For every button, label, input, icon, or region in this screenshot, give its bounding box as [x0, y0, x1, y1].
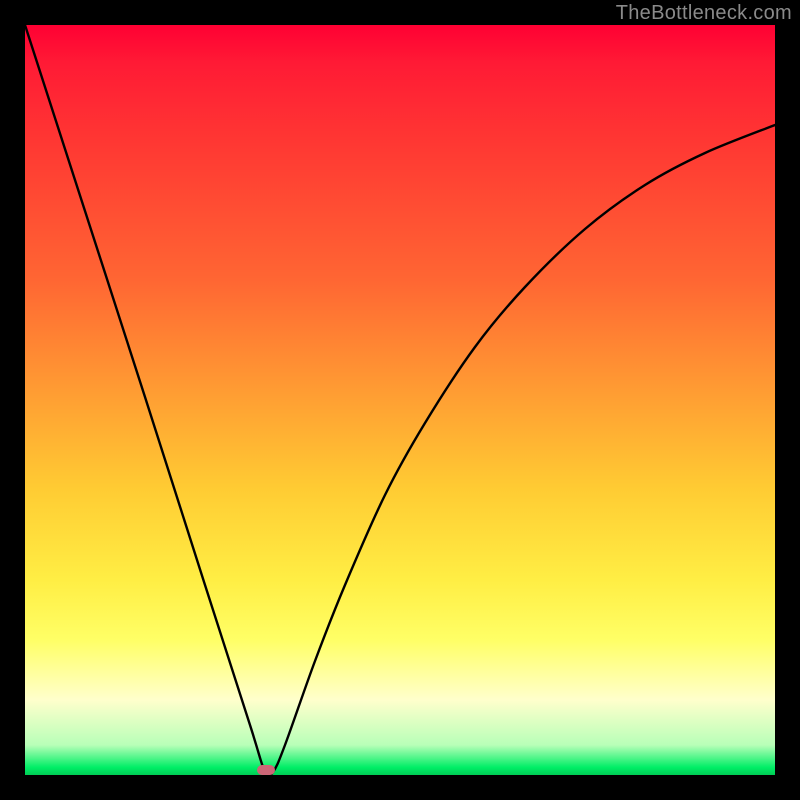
watermark-text: TheBottleneck.com: [616, 2, 792, 25]
optimum-marker: [257, 765, 275, 775]
curve-layer: [25, 25, 775, 775]
plot-area: [25, 25, 775, 775]
chart-stage: TheBottleneck.com: [0, 0, 800, 800]
bottleneck-curve: [25, 25, 775, 777]
